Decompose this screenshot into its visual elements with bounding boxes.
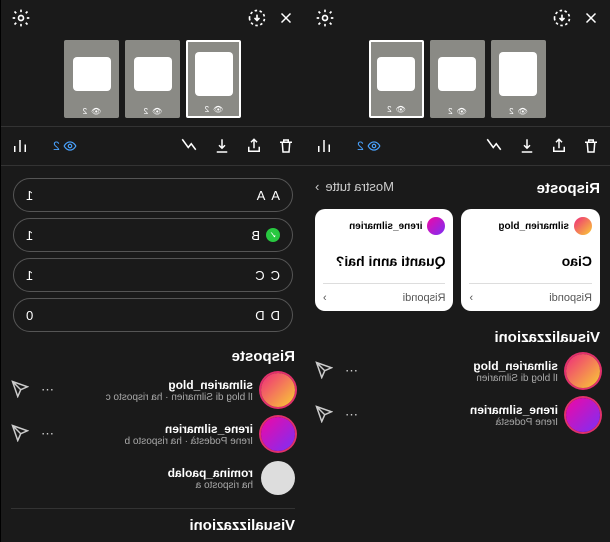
send-icon[interactable] <box>315 361 333 382</box>
download-icon[interactable] <box>518 137 536 155</box>
thumbnail[interactable]: 👁2 <box>126 40 181 118</box>
chevron-right-icon: › <box>315 179 319 194</box>
thumbnail[interactable]: 👁2 <box>187 40 242 118</box>
poll-option[interactable]: C C1 <box>13 258 293 292</box>
views-count[interactable]: 2 <box>53 139 77 153</box>
share-icon[interactable] <box>245 137 263 155</box>
avatar[interactable] <box>261 461 295 495</box>
download-circle-icon[interactable] <box>247 8 267 28</box>
send-icon[interactable] <box>11 380 29 401</box>
response-row[interactable]: silmarien_blogIl blog di Silmarien · ha … <box>11 373 295 407</box>
close-icon[interactable] <box>277 9 295 27</box>
avatar[interactable] <box>566 398 600 432</box>
close-icon[interactable] <box>582 9 600 27</box>
poll-option[interactable]: D D0 <box>13 298 293 332</box>
response-row[interactable]: romina_paolabha risposto a <box>11 461 295 495</box>
responses-header: Risposte <box>11 342 295 373</box>
send-icon[interactable] <box>315 405 333 426</box>
download-circle-icon[interactable] <box>552 8 572 28</box>
views-header: Visualizzazioni <box>315 323 600 354</box>
responses-header: Risposte <box>537 174 600 205</box>
avatar[interactable] <box>261 373 295 407</box>
avatar[interactable] <box>566 354 600 388</box>
thumbnail[interactable]: 👁2 <box>369 40 424 118</box>
answer-card[interactable]: silmarien_blog Ciao Rispondi› <box>462 209 601 311</box>
response-row[interactable]: irene_silmarienIrene Podestà · ha rispos… <box>11 417 295 451</box>
avatar <box>574 217 592 235</box>
viewer-row[interactable]: irene_silmarienIrene Podestà ⋯ <box>315 398 600 432</box>
bar-chart-icon[interactable] <box>315 137 333 155</box>
answer-card[interactable]: irene_silmarien Quanti anni hai? Rispond… <box>315 209 454 311</box>
chevron-right-icon: › <box>323 292 327 304</box>
trash-icon[interactable] <box>582 137 600 155</box>
poll-option[interactable]: A A1 <box>13 178 293 212</box>
viewer-row[interactable]: silmarien_blogIl blog di Silmarien ⋯ <box>315 354 600 388</box>
show-all-link[interactable]: Mostra tutte› <box>315 177 394 202</box>
more-icon[interactable]: ⋯ <box>341 363 362 379</box>
download-icon[interactable] <box>213 137 231 155</box>
reply-button[interactable]: Rispondi <box>549 292 592 304</box>
send-icon[interactable] <box>11 424 29 445</box>
chevron-right-icon: › <box>470 292 474 304</box>
story-thumbnails: 👁2 👁2 👁2 <box>1 36 305 126</box>
story-thumbnails: 👁2 👁2 👁2 <box>305 36 610 126</box>
share-icon[interactable] <box>550 137 568 155</box>
thumbnail[interactable]: 👁2 <box>65 40 120 118</box>
avatar[interactable] <box>261 417 295 451</box>
more-icon[interactable]: ⋯ <box>37 426 58 442</box>
bar-chart-icon[interactable] <box>11 137 29 155</box>
insights-icon[interactable] <box>484 137 504 155</box>
views-count[interactable]: 2 <box>357 139 381 153</box>
avatar <box>428 217 446 235</box>
views-header: Visualizzazioni <box>11 508 295 542</box>
poll-option[interactable]: ✓B1 <box>13 218 293 252</box>
reply-button[interactable]: Rispondi <box>403 292 446 304</box>
gear-icon[interactable] <box>11 8 31 28</box>
more-icon[interactable]: ⋯ <box>341 407 362 423</box>
thumbnail[interactable]: 👁2 <box>491 40 546 118</box>
poll-results: A A1 ✓B1 C C1 D D0 <box>11 174 295 342</box>
gear-icon[interactable] <box>315 8 335 28</box>
thumbnail[interactable]: 👁2 <box>430 40 485 118</box>
trash-icon[interactable] <box>277 137 295 155</box>
more-icon[interactable]: ⋯ <box>37 382 58 398</box>
insights-icon[interactable] <box>179 137 199 155</box>
